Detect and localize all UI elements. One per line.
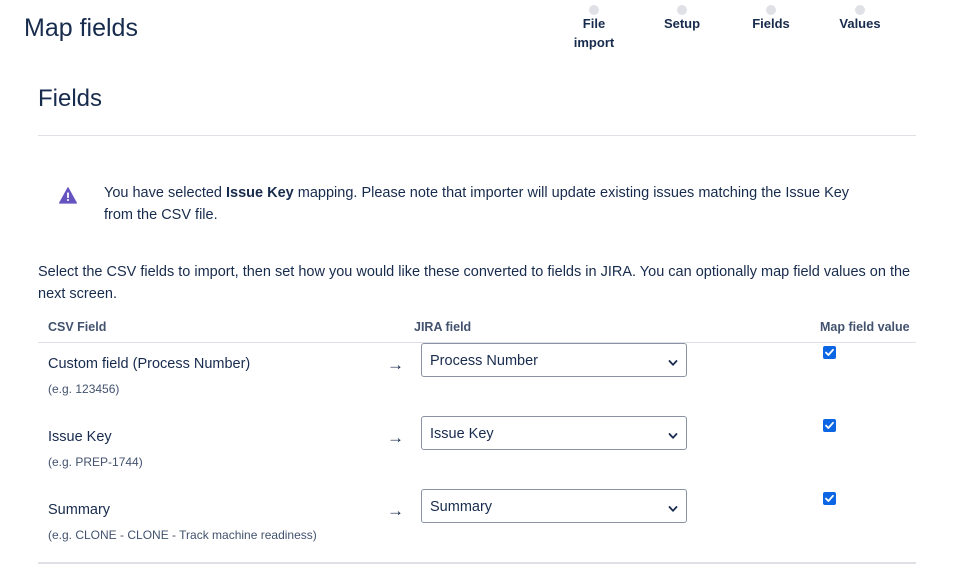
warning-message: You have selected Issue Key mapping. Ple… bbox=[38, 162, 916, 244]
csv-field-example: (e.g. CLONE - CLONE - Track machine read… bbox=[48, 528, 317, 542]
warning-triangle-icon bbox=[59, 187, 77, 204]
jira-field-select-value: Summary bbox=[430, 499, 493, 515]
step-label: Fields bbox=[752, 16, 790, 31]
column-header-jira-field: JIRA field bbox=[414, 320, 472, 334]
step-dot bbox=[677, 5, 687, 15]
chevron-down-icon bbox=[668, 428, 678, 439]
mapping-arrow: → bbox=[387, 355, 404, 374]
step-dot bbox=[766, 5, 776, 15]
warning-text-before: You have selected bbox=[104, 185, 227, 201]
map-field-value-checkbox[interactable] bbox=[823, 492, 836, 505]
csv-field-example: (e.g. 123456) bbox=[48, 382, 120, 396]
table-row: Summary (e.g. CLONE - CLONE - Track mach… bbox=[0, 489, 970, 570]
step-file-import: File import bbox=[566, 5, 622, 52]
step-fields: Fields bbox=[746, 5, 796, 33]
step-dot bbox=[589, 5, 599, 15]
csv-field-example: (e.g. PREP-1744) bbox=[48, 455, 143, 469]
step-label-line1: File bbox=[582, 16, 606, 31]
mapping-arrow: → bbox=[387, 501, 404, 520]
column-header-csv-field: CSV Field bbox=[48, 320, 107, 334]
checkmark-icon bbox=[825, 348, 834, 356]
column-header-map-field-value: Map field value bbox=[820, 320, 910, 334]
csv-field-name: Custom field (Process Number) bbox=[48, 356, 251, 372]
table-row: Issue Key (e.g. PREP-1744) → Issue Key bbox=[0, 416, 970, 497]
jira-field-select[interactable]: Issue Key bbox=[421, 416, 687, 450]
jira-field-select-value: Process Number bbox=[430, 353, 538, 369]
step-label-line2: import bbox=[573, 35, 615, 50]
mapping-arrow: → bbox=[387, 428, 404, 447]
csv-field-name: Issue Key bbox=[48, 429, 112, 445]
chevron-down-icon bbox=[668, 501, 678, 512]
page-title: Map fields bbox=[24, 14, 138, 42]
jira-field-select[interactable]: Summary bbox=[421, 489, 687, 523]
checkmark-icon bbox=[825, 494, 834, 502]
jira-field-select[interactable]: Process Number bbox=[421, 343, 687, 377]
step-label: Setup bbox=[663, 16, 701, 31]
checkmark-icon bbox=[825, 421, 834, 429]
table-bottom-divider bbox=[38, 562, 916, 564]
step-label: Values bbox=[839, 16, 881, 31]
chevron-down-icon bbox=[668, 355, 678, 366]
section-title: Fields bbox=[38, 85, 103, 112]
section-divider bbox=[38, 135, 916, 136]
step-values: Values bbox=[832, 5, 888, 33]
map-field-value-checkbox[interactable] bbox=[823, 346, 836, 359]
table-row: Custom field (Process Number) (e.g. 1234… bbox=[0, 343, 970, 424]
csv-field-name: Summary bbox=[48, 502, 111, 518]
warning-text-bold: Issue Key bbox=[226, 185, 294, 201]
intro-text: Select the CSV fields to import, then se… bbox=[38, 264, 911, 302]
map-fields-page: Map fields File import Setup Fields Valu… bbox=[0, 0, 970, 587]
step-setup: Setup bbox=[656, 5, 708, 33]
warning-text: You have selected Issue Key mapping. Ple… bbox=[104, 182, 874, 226]
step-dot bbox=[855, 5, 865, 15]
jira-field-select-value: Issue Key bbox=[430, 426, 494, 442]
map-field-value-checkbox[interactable] bbox=[823, 419, 836, 432]
